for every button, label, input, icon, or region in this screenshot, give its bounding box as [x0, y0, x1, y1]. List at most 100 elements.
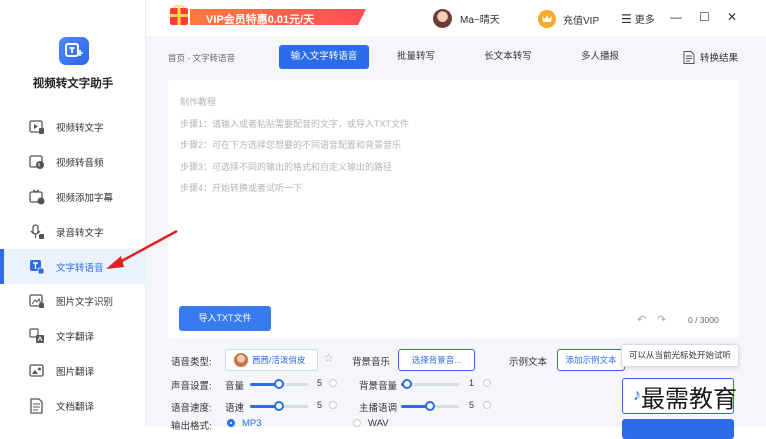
redo-icon[interactable]: ↷ [657, 313, 666, 326]
sidebar-item-document-translate[interactable]: 文档翻译 [0, 388, 146, 423]
video-audio-icon [28, 153, 46, 171]
start-convert-button[interactable] [622, 419, 734, 439]
sidebar-item-label: 视频添加字幕 [56, 192, 114, 204]
undo-icon[interactable]: ↶ [637, 313, 646, 326]
speed-sub-label: 语速 [225, 403, 245, 414]
volume-knob[interactable] [274, 379, 284, 389]
sidebar-item-label: 视频转音频 [56, 158, 104, 170]
sidebar-item-label: 视频转文字 [56, 123, 104, 135]
translate-icon [28, 327, 46, 345]
add-example-button[interactable]: 添加示例文本 [557, 349, 625, 371]
voice-name: 茜茜/活泼俏皮 [252, 355, 306, 365]
volume-radio[interactable] [329, 379, 337, 387]
speed-slider[interactable] [250, 401, 308, 411]
menu-icon: ☰ [621, 11, 632, 26]
tutorial-hints: 制作教程 步骤1：请输入或者粘贴需要配音的文字，或导入TXT文件 步骤2：可在下… [180, 92, 409, 200]
sidebar-item-label: 图片翻译 [56, 366, 95, 378]
sidebar-item-label: 文字翻译 [56, 332, 95, 344]
sidebar-menu: 视频转文字 视频转音频 视频添加字幕 录音转文字 文字转语音 图片文字识别 文字… [0, 110, 146, 423]
watermark: 最需教育 [641, 385, 737, 413]
bg-volume-radio[interactable] [483, 379, 491, 387]
main-content: 首页 - 文字转语音 输入文字转语音 批量转写 长文本转写 多人播报 转换结果 … [146, 36, 766, 439]
app-logo-icon [59, 37, 89, 65]
text-editor[interactable]: 制作教程 步骤1：请输入或者粘贴需要配音的文字，或导入TXT文件 步骤2：可在下… [168, 80, 738, 338]
sidebar-item-video-to-audio[interactable]: 视频转音频 [0, 145, 146, 180]
microphone-icon [28, 223, 46, 241]
hint-step: 步骤1：请输入或者粘贴需要配音的文字，或导入TXT文件 [180, 118, 410, 129]
music-note-icon: ♪ [633, 387, 641, 404]
bg-music-label: 背景音乐 [352, 357, 391, 368]
tab-multi-speaker[interactable]: 多人播报 [555, 45, 645, 69]
document-icon [28, 397, 46, 415]
pitch-slider[interactable] [401, 401, 459, 411]
subtitle-icon [28, 188, 46, 206]
user-profile[interactable]: Ma~晴天 [433, 9, 500, 28]
hint-step: 步骤3：可选择不同的输出的格式和自定义输出的路径 [180, 161, 393, 172]
pitch-knob[interactable] [425, 401, 435, 411]
pitch-value: 5 [469, 400, 475, 410]
output-format-label: 输出格式: [171, 421, 212, 432]
volume-label: 音量 [225, 381, 245, 392]
format-mp3-label: MP3 [242, 418, 262, 429]
sidebar-item-label: 录音转文字 [56, 227, 104, 239]
top-bar: VIP会员特惠0.01元/天 Ma~晴天 充值VIP ☰ 更多 — ☐ ✕ [146, 0, 766, 36]
choose-bg-music-button[interactable]: 选择背景音... [398, 349, 475, 371]
sidebar-item-label: 文档翻译 [56, 401, 95, 413]
app-name: 视频转文字助手 [32, 78, 114, 90]
sidebar-item-image-ocr[interactable]: 图片文字识别 [0, 284, 146, 319]
import-txt-button[interactable]: 导入TXT文件 [179, 306, 271, 331]
bg-volume-slider[interactable] [401, 379, 459, 389]
tab-bar: 输入文字转语音 批量转写 长文本转写 多人播报 [279, 45, 647, 69]
crown-icon [538, 10, 556, 28]
sidebar-item-text-to-speech[interactable]: 文字转语音 [0, 249, 146, 284]
video-text-icon [28, 118, 46, 136]
close-icon[interactable]: ✕ [727, 10, 737, 24]
sidebar: 视频转文字助手 视频转文字 视频转音频 视频添加字幕 录音转文字 文字转语音 图… [0, 0, 146, 427]
star-icon[interactable]: ☆ [323, 351, 334, 365]
sidebar-item-video-to-text[interactable]: 视频转文字 [0, 110, 146, 145]
pitch-radio[interactable] [483, 401, 491, 409]
tab-input-text-to-speech[interactable]: 输入文字转语音 [279, 45, 369, 69]
sidebar-item-add-subtitle[interactable]: 视频添加字幕 [0, 180, 146, 215]
sidebar-item-text-translate[interactable]: 文字翻译 [0, 319, 146, 354]
breadcrumb: 首页 - 文字转语音 [168, 53, 236, 63]
speed-label: 语音速度: [171, 403, 212, 414]
more-label: 更多 [634, 15, 655, 26]
hint-step: 步骤4：开始转换或者试听一下 [180, 183, 303, 193]
vip-banner-text: VIP会员特惠0.01元/天 [206, 14, 315, 26]
sidebar-item-label: 图片文字识别 [56, 297, 114, 309]
voice-type-label: 语音类型: [171, 357, 212, 368]
minimize-icon[interactable]: — [670, 10, 682, 24]
buy-vip-label: 充值VIP [563, 15, 600, 27]
more-menu-button[interactable]: ☰ 更多 [621, 11, 655, 27]
buy-vip-button[interactable]: 充值VIP [537, 9, 599, 29]
sound-settings-label: 声音设置: [171, 381, 212, 392]
vip-banner[interactable]: VIP会员特惠0.01元/天 [168, 5, 368, 29]
format-radio-wav[interactable] [353, 419, 361, 427]
sidebar-item-image-translate[interactable]: 图片翻译 [0, 354, 146, 389]
voice-avatar [234, 353, 248, 367]
format-radio-mp3[interactable] [227, 419, 235, 427]
voice-select[interactable]: 茜茜/活泼俏皮 [225, 349, 318, 371]
document-icon [683, 50, 695, 64]
speed-knob[interactable] [274, 401, 284, 411]
text-to-speech-icon [28, 258, 46, 276]
bg-volume-value: 1 [469, 378, 475, 388]
hint-step: 步骤2：可在下方选择您想要的不同语音配置和背景音乐 [180, 140, 402, 150]
sidebar-item-label: 文字转语音 [56, 262, 104, 274]
pitch-label: 主播语调 [359, 403, 398, 414]
hint-title: 制作教程 [180, 97, 217, 107]
bg-volume-knob[interactable] [402, 379, 412, 389]
speed-value: 5 [317, 400, 323, 410]
char-counter: 0 / 3000 [688, 315, 719, 325]
tab-long-text[interactable]: 长文本转写 [463, 45, 553, 69]
conversion-result-button[interactable]: 转换结果 [683, 50, 738, 64]
maximize-icon[interactable]: ☐ [699, 10, 710, 24]
username: Ma~晴天 [460, 15, 500, 26]
volume-slider[interactable] [250, 379, 308, 389]
tab-batch-convert[interactable]: 批量转写 [371, 45, 461, 69]
sidebar-item-recording-to-text[interactable]: 录音转文字 [0, 214, 146, 249]
image-ocr-icon [28, 292, 46, 310]
avatar [433, 9, 452, 28]
speed-radio[interactable] [329, 401, 337, 409]
